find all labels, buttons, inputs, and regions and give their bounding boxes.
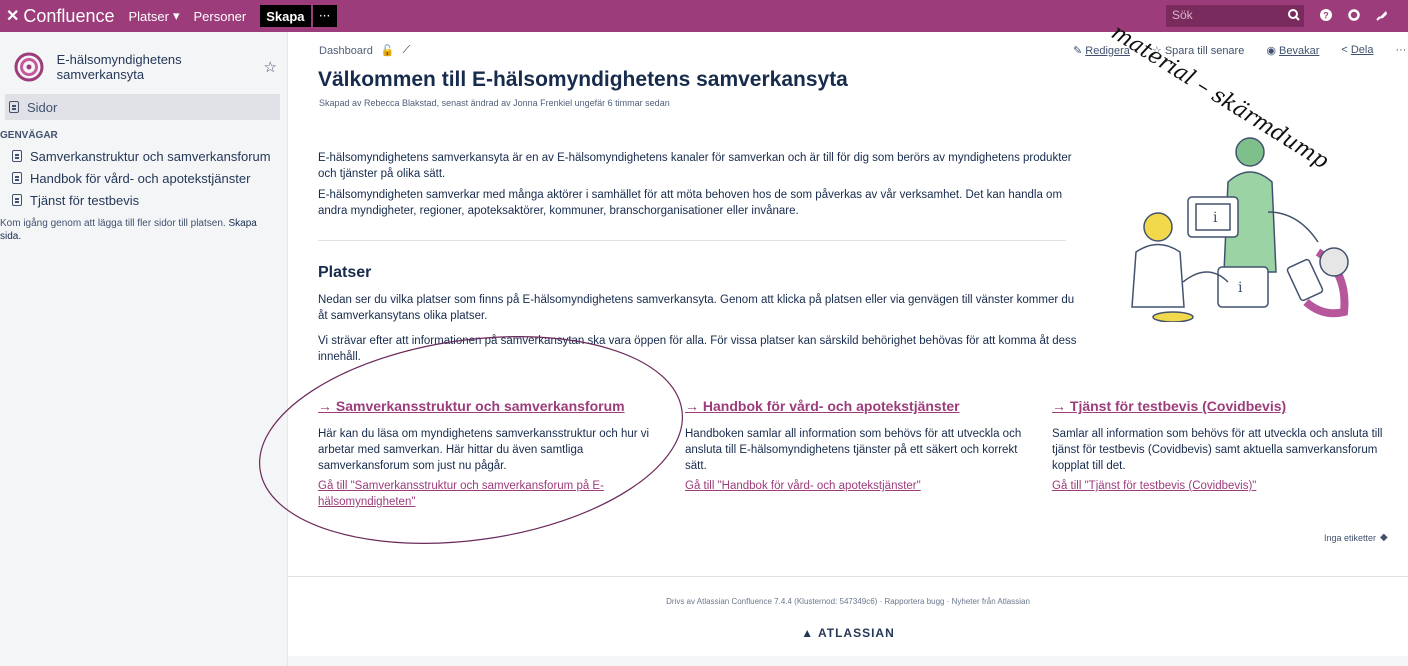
svg-text:i: i: [1213, 210, 1218, 226]
nav-spaces-label: Platser: [128, 8, 169, 24]
page-icon: [12, 172, 22, 184]
lock-icon[interactable]: 🔓: [381, 44, 395, 57]
shortcut-label: Samverkanstruktur och samverkansforum: [30, 148, 271, 164]
shortcut-testbevis[interactable]: Tjänst för testbevis: [0, 189, 287, 211]
breadcrumb: Dashboard 🔓 ⟋: [319, 44, 410, 57]
page-footer: Drivs av Atlassian Confluence 7.4.4 (Klu…: [288, 576, 1408, 666]
footer-links: Drivs av Atlassian Confluence 7.4.4 (Klu…: [288, 597, 1408, 606]
intro-paragraph-1: E-hälsomyndighetens samverkansyta är en …: [318, 152, 1072, 180]
intro-paragraph-2: E-hälsomyndigheten samverkar med många a…: [318, 189, 1063, 217]
svg-text:i: i: [1238, 280, 1243, 296]
shortcut-samverkan[interactable]: Samverkanstruktur och samverkansforum: [0, 145, 287, 167]
create-button[interactable]: Skapa: [260, 5, 311, 27]
logo-text: Confluence: [23, 5, 115, 26]
confluence-logo[interactable]: ✕ Confluence: [6, 6, 114, 27]
share-icon: <: [1341, 44, 1351, 56]
powered-by-text: Drivs av Atlassian Confluence 7.4.4 (Klu…: [666, 597, 878, 606]
footer-bar: [288, 656, 1408, 666]
page-icon: [12, 150, 22, 162]
search-input[interactable]: Sök: [1166, 5, 1304, 27]
shortcut-label: Handbok för vård- och apotekstjänster: [30, 170, 251, 186]
space-header: E-hälsomyndighetens samverkansyta ☆: [0, 32, 287, 88]
edit-button[interactable]: ✎ Redigera: [1073, 44, 1130, 57]
edit-label: Redigera: [1085, 45, 1130, 57]
shortcut-handbok[interactable]: Handbok för vård- och apotekstjänster: [0, 167, 287, 189]
eye-icon: ◉: [1266, 45, 1279, 57]
space-link-testbevis[interactable]: → Tjänst för testbevis (Covidbevis): [1052, 398, 1408, 414]
space-description: Handboken samlar all information som beh…: [685, 428, 1022, 472]
sidebar: E-hälsomyndighetens samverkansyta ☆ Sido…: [0, 32, 288, 666]
section-heading: Platser: [318, 264, 372, 281]
space-goto-link[interactable]: Gå till "Tjänst för testbevis (Covidbevi…: [1052, 478, 1408, 494]
nav-people[interactable]: Personer: [193, 9, 246, 24]
share-label: Dela: [1350, 44, 1374, 56]
star-icon: ☆: [1151, 45, 1165, 57]
space-name[interactable]: E-hälsomyndighetens samverkansyta: [57, 52, 264, 82]
space-goto-link[interactable]: Gå till "Samverkansstruktur och samverka…: [318, 478, 674, 510]
illustration: i i: [1131, 137, 1349, 322]
sidebar-item-label: Sidor: [27, 99, 58, 115]
section-paragraph-1: Nedan ser du vilka platser som finns på …: [318, 294, 1075, 322]
page-icon: [9, 101, 19, 113]
labels-area: Inga etiketter ◆: [1324, 532, 1388, 543]
page-byline: Skapad av Rebecca Blakstad, senast ändra…: [319, 98, 670, 108]
hint-text: Kom igång genom att lägga till fler sido…: [0, 218, 226, 229]
divider: [318, 240, 1066, 241]
space-description: Samlar all information som behövs för at…: [1052, 428, 1383, 472]
section-paragraph-2: Vi strävar efter att informationen på sa…: [318, 335, 1077, 363]
watch-label: Bevakar: [1279, 45, 1320, 57]
sidebar-hint: Kom igång genom att lägga till fler sido…: [0, 211, 270, 243]
tag-icon[interactable]: ◆: [1380, 532, 1388, 543]
sidebar-item-pages[interactable]: Sidor: [5, 94, 280, 120]
share-button[interactable]: < Dela: [1341, 44, 1373, 57]
confluence-logo-icon: ✕: [6, 8, 20, 25]
breadcrumb-dashboard[interactable]: Dashboard: [319, 45, 373, 57]
nav-people-label: Personer: [193, 8, 247, 24]
space-card-samverkan: → Samverkansstruktur och samverkansforum…: [318, 398, 674, 510]
more-actions-button[interactable]: ···: [1395, 44, 1406, 57]
chevron-down-icon: ▾: [172, 8, 180, 23]
nav-spaces[interactable]: Platser ▾: [128, 8, 179, 24]
search-icon[interactable]: [1286, 7, 1302, 23]
space-description: Här kan du läsa om myndighetens samverka…: [318, 428, 650, 472]
atlassian-logo-icon: ▲: [801, 626, 818, 640]
star-icon[interactable]: ☆: [264, 58, 277, 76]
page-icon: [12, 194, 22, 206]
shortcut-label: Tjänst för testbevis: [30, 192, 140, 208]
atlassian-text: ATLASSIAN: [817, 626, 895, 640]
report-bug-link[interactable]: Rapportera bugg: [884, 597, 944, 606]
settings-icon[interactable]: [1346, 7, 1362, 23]
space-link-handbok[interactable]: → Handbok för vård- och apotekstjänster: [685, 398, 1041, 414]
save-later-label: Spara till senare: [1164, 45, 1245, 57]
watch-button[interactable]: ◉ Bevakar: [1266, 44, 1319, 57]
link-icon[interactable]: ⟋: [403, 44, 411, 57]
main-content: Dashboard 🔓 ⟋ ✎ Redigera ☆ Spara till se…: [288, 32, 1408, 666]
more-create-button[interactable]: ···: [312, 5, 337, 27]
space-card-handbok: → Handbok för vård- och apotekstjänster …: [685, 398, 1041, 494]
atlassian-brand: ▲ ATLASSIAN: [288, 626, 1408, 640]
notification-icon[interactable]: [1374, 7, 1390, 23]
save-later-button[interactable]: ☆ Spara till senare: [1152, 44, 1244, 57]
svg-text:?: ?: [1323, 11, 1329, 21]
space-logo-icon[interactable]: [14, 51, 45, 83]
space-card-testbevis: → Tjänst för testbevis (Covidbevis) Saml…: [1052, 398, 1408, 494]
space-goto-link[interactable]: Gå till "Handbok för vård- och apotekstj…: [685, 478, 1041, 494]
page-actions: ✎ Redigera ☆ Spara till senare ◉ Bevakar…: [1073, 44, 1406, 57]
edit-icon: ✎: [1073, 45, 1086, 57]
help-icon[interactable]: ?: [1318, 7, 1334, 23]
space-link-samverkan[interactable]: → Samverkansstruktur och samverkansforum: [318, 398, 674, 414]
atlassian-news-link[interactable]: Nyheter från Atlassian: [952, 597, 1030, 606]
shortcuts-heading: GENVÄGAR: [0, 130, 58, 141]
no-labels-text: Inga etiketter: [1324, 532, 1377, 543]
page-title: Välkommen till E-hälsomyndighetens samve…: [318, 68, 848, 91]
